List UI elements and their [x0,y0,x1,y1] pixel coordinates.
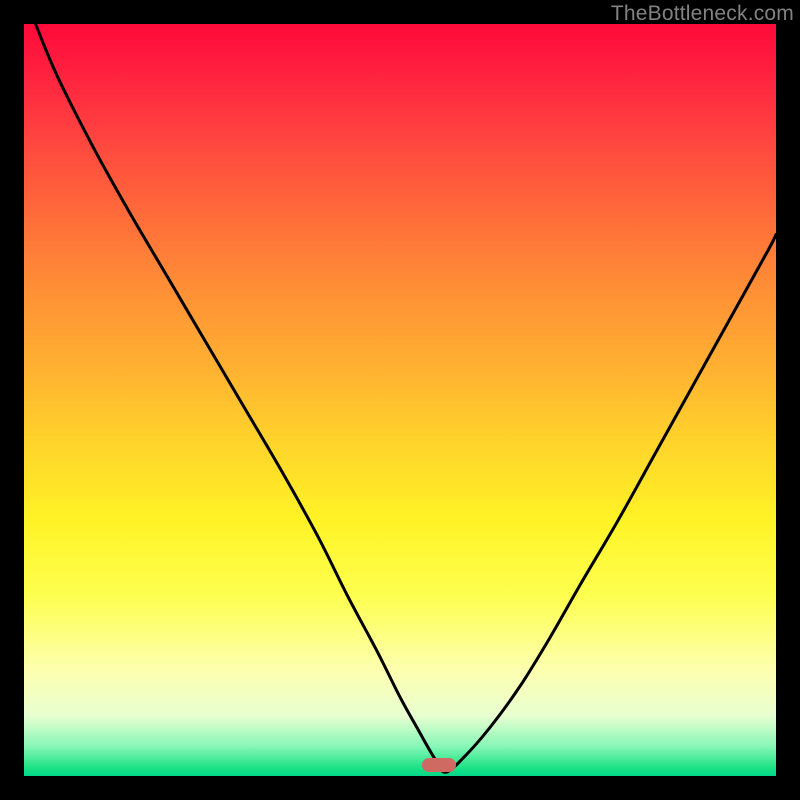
bottleneck-curve [24,24,776,772]
balance-marker [422,758,456,772]
curve-svg [24,24,776,776]
plot-area [24,24,776,776]
watermark-text: TheBottleneck.com [611,2,794,26]
chart-frame: TheBottleneck.com [0,0,800,800]
